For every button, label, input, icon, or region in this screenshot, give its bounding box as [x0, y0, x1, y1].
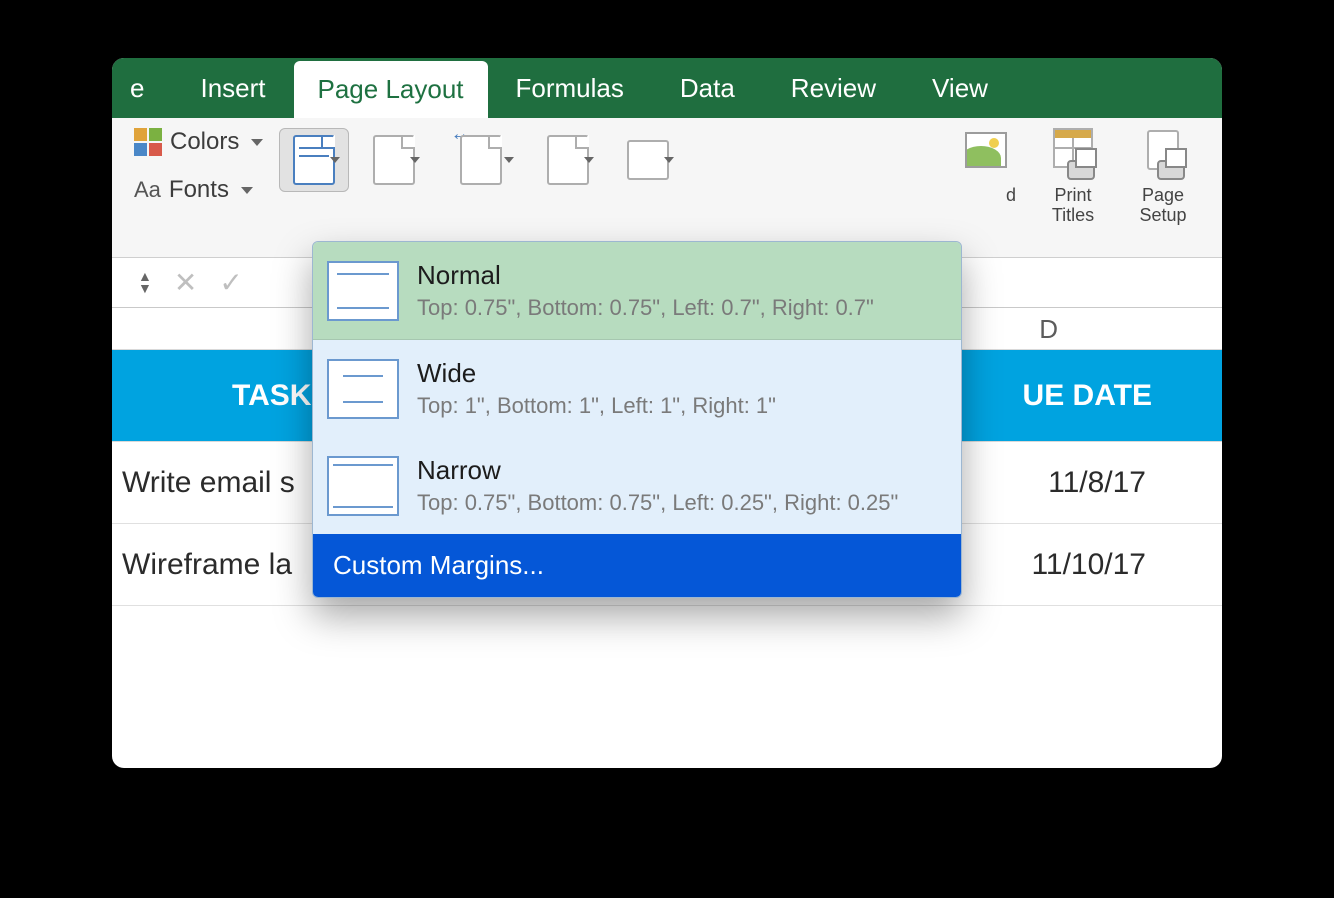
option-title: Normal [417, 260, 874, 291]
option-subtitle: Top: 1", Bottom: 1", Left: 1", Right: 1" [417, 393, 776, 419]
print-area-icon [547, 135, 589, 185]
tab-view[interactable]: View [904, 59, 1016, 118]
margins-normal-icon [327, 261, 399, 321]
printer-icon [1067, 160, 1095, 180]
option-title: Custom Margins... [333, 550, 544, 581]
margins-option-normal[interactable]: Normal Top: 0.75", Bottom: 0.75", Left: … [313, 242, 961, 340]
tab-data[interactable]: Data [652, 59, 763, 118]
margins-wide-icon [327, 359, 399, 419]
size-icon [460, 135, 502, 185]
cell-due: 11/10/17 [1031, 548, 1222, 582]
option-title: Wide [417, 358, 776, 389]
tab-page-layout[interactable]: Page Layout [294, 61, 488, 118]
option-title: Narrow [417, 455, 898, 486]
chevron-down-icon [410, 157, 420, 163]
breaks-icon [627, 140, 669, 180]
background-label-fragment: d [1006, 186, 1016, 206]
size-button[interactable]: ↔ [439, 128, 523, 192]
chevron-down-icon [241, 187, 253, 194]
chevron-down-icon [584, 157, 594, 163]
cell-due: 11/8/17 [1048, 466, 1222, 500]
chevron-down-icon [504, 157, 514, 163]
colors-dropdown[interactable]: Colors [134, 128, 263, 156]
print-area-button[interactable] [533, 128, 603, 192]
name-box-stepper[interactable]: ▲▼ [138, 271, 152, 293]
fonts-dropdown[interactable]: Aa Fonts [134, 176, 263, 204]
margins-option-narrow[interactable]: Narrow Top: 0.75", Bottom: 0.75", Left: … [313, 437, 961, 534]
orientation-icon [373, 135, 415, 185]
tab-review[interactable]: Review [763, 59, 904, 118]
tab-formulas[interactable]: Formulas [488, 59, 652, 118]
orientation-button[interactable] [359, 128, 429, 192]
tab-home-fragment[interactable]: e [112, 59, 172, 118]
margins-dropdown-menu: Normal Top: 0.75", Bottom: 0.75", Left: … [312, 241, 962, 598]
chevron-down-icon [330, 157, 340, 163]
margins-option-custom[interactable]: Custom Margins... [313, 534, 961, 597]
margins-narrow-icon [327, 456, 399, 516]
fonts-label: Fonts [169, 176, 229, 204]
option-subtitle: Top: 0.75", Bottom: 0.75", Left: 0.7", R… [417, 295, 874, 321]
margins-option-wide[interactable]: Wide Top: 1", Bottom: 1", Left: 1", Righ… [313, 340, 961, 437]
printer-icon [1157, 160, 1185, 180]
fonts-icon: Aa [134, 177, 161, 203]
header-due-date: UE DATE [1023, 379, 1222, 413]
print-titles-button[interactable]: Print Titles [1034, 128, 1112, 226]
accept-icon[interactable]: ✓ [219, 266, 242, 299]
header-task: TASK [112, 379, 311, 413]
picture-icon [965, 132, 1007, 168]
margins-icon [293, 135, 335, 185]
page-setup-button[interactable]: Page Setup [1124, 128, 1202, 226]
tab-insert[interactable]: Insert [172, 59, 293, 118]
ribbon-tabs: e Insert Page Layout Formulas Data Revie… [112, 58, 1222, 118]
option-subtitle: Top: 0.75", Bottom: 0.75", Left: 0.25", … [417, 490, 898, 516]
margins-button[interactable] [279, 128, 349, 192]
chevron-down-icon [664, 157, 674, 163]
background-button[interactable]: d [944, 128, 1022, 226]
ribbon-toolbar: Colors Aa Fonts ↔ [112, 118, 1222, 258]
colors-label: Colors [170, 128, 239, 156]
cancel-icon[interactable]: ✕ [174, 266, 197, 299]
breaks-button[interactable] [613, 128, 683, 192]
colors-icon [134, 128, 162, 156]
excel-window: e Insert Page Layout Formulas Data Revie… [112, 58, 1222, 768]
chevron-down-icon [251, 139, 263, 146]
column-header-d[interactable]: D [1039, 314, 1058, 345]
